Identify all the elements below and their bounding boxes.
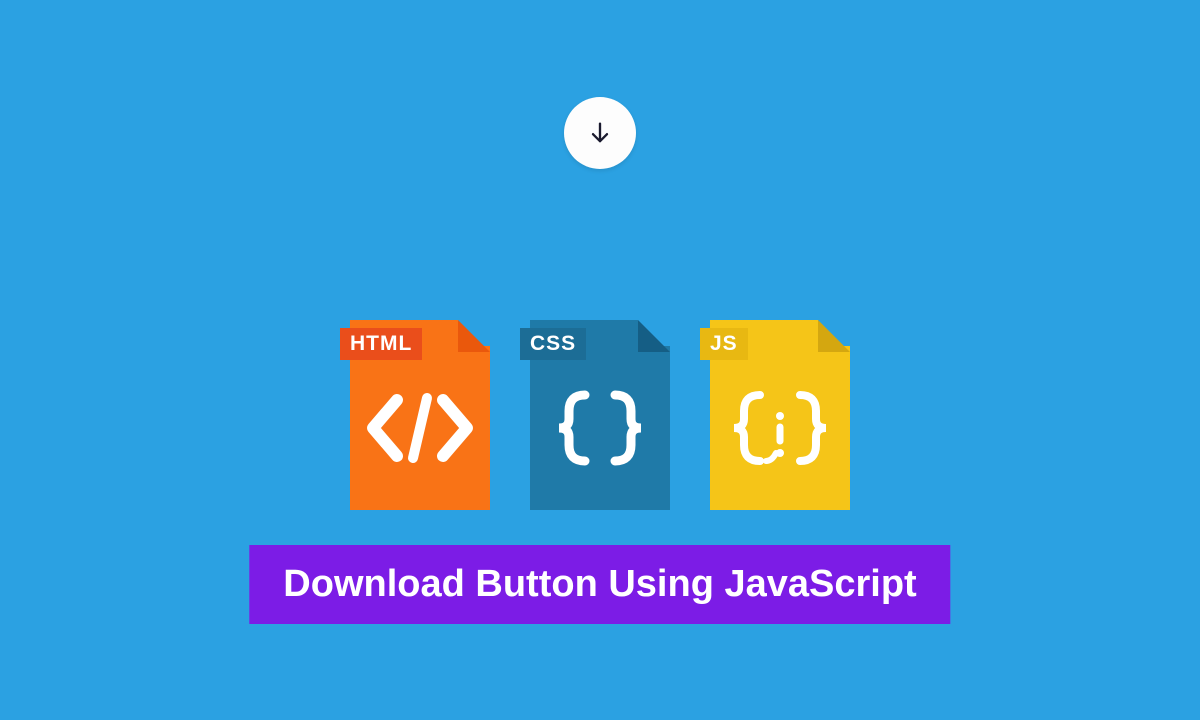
download-button[interactable] xyxy=(564,97,636,169)
css-file-icon: CSS xyxy=(525,320,675,510)
arrow-down-icon xyxy=(586,119,614,147)
css-braces-symbol xyxy=(545,383,655,473)
page-title: Download Button Using JavaScript xyxy=(249,545,950,624)
css-label: CSS xyxy=(520,328,586,360)
html-file-icon: HTML xyxy=(345,320,495,510)
file-icons-row: HTML CSS JS xyxy=(345,320,855,510)
js-label: JS xyxy=(700,328,748,360)
js-braces-symbol xyxy=(720,383,840,473)
js-file-icon: JS xyxy=(705,320,855,510)
html-label: HTML xyxy=(340,328,422,360)
html-code-symbol xyxy=(365,388,475,468)
